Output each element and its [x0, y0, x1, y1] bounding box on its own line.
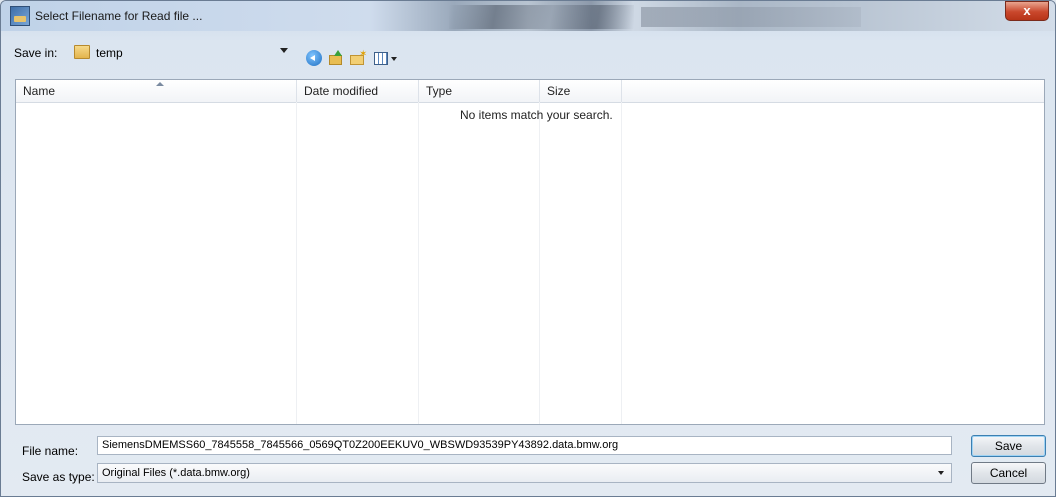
column-divider [296, 102, 297, 424]
save-as-type-value: Original Files (*.data.bmw.org) [102, 467, 250, 479]
column-header-name[interactable]: Name [16, 80, 297, 102]
column-header-type[interactable]: Type [419, 80, 540, 102]
empty-list-message: No items match your search. [460, 108, 613, 122]
save-as-type-dropdown[interactable]: Original Files (*.data.bmw.org) [97, 463, 952, 483]
column-divider [539, 102, 540, 424]
column-header-label: Name [23, 84, 56, 98]
filename-label: File name: [22, 444, 79, 458]
folder-icon [74, 45, 90, 59]
back-icon[interactable] [306, 50, 322, 66]
column-header-label: Date modified [304, 84, 379, 98]
chevron-down-icon[interactable] [391, 57, 397, 61]
column-divider [418, 102, 419, 424]
title-bar-decoration [641, 7, 861, 27]
chevron-down-icon[interactable] [280, 48, 288, 53]
save-button[interactable]: Save [971, 435, 1046, 457]
close-button[interactable]: x [1005, 1, 1049, 21]
cancel-button[interactable]: Cancel [971, 462, 1046, 484]
close-icon: x [1023, 3, 1031, 18]
filename-input[interactable]: SiemensDMEMSS60_7845558_7845566_0569QT0Z… [97, 436, 952, 455]
window-title: Select Filename for Read file ... [35, 9, 203, 23]
column-header-label: Type [426, 84, 453, 98]
title-bar[interactable]: Select Filename for Read file ... x [1, 1, 1055, 31]
save-in-label: Save in: [14, 46, 58, 60]
views-menu-icon[interactable] [374, 52, 388, 65]
app-icon [10, 6, 30, 26]
column-header-date-modified[interactable]: Date modified [297, 80, 419, 102]
new-folder-icon[interactable]: ✶ [350, 50, 367, 66]
column-header-size[interactable]: Size [540, 80, 622, 102]
sort-arrow-icon [156, 82, 164, 86]
list-header: Name Date modified Type Size [16, 80, 1044, 103]
save-as-type-label: Save as type: [22, 470, 95, 484]
chevron-down-icon[interactable] [938, 471, 944, 475]
current-folder-name: temp [96, 46, 123, 60]
column-divider [621, 102, 622, 424]
up-folder-icon[interactable] [328, 50, 344, 66]
file-list[interactable]: Name Date modified Type Size No items ma… [15, 79, 1045, 425]
toolbar: Save in: temp ✶ [1, 31, 1055, 79]
save-in-dropdown[interactable]: temp [70, 42, 288, 64]
save-dialog-window: Select Filename for Read file ... x Save… [0, 0, 1056, 497]
column-header-label: Size [547, 84, 571, 98]
title-bar-decoration [449, 5, 634, 29]
